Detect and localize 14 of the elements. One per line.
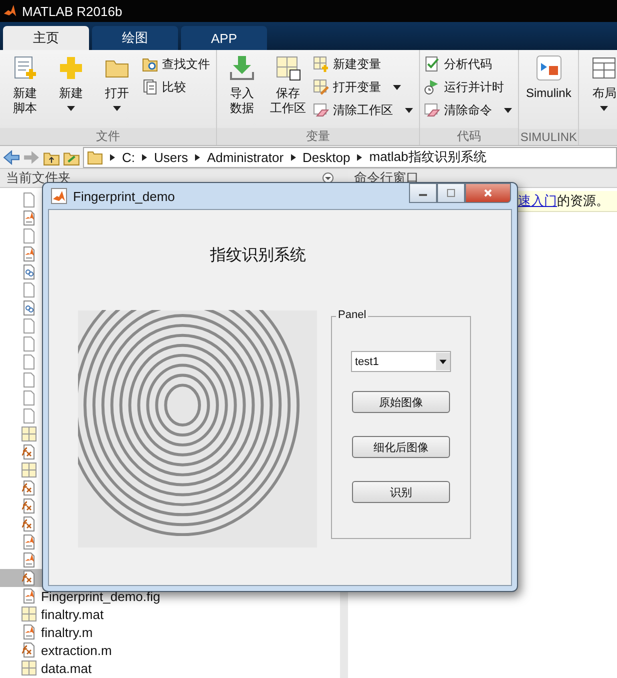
dialog-title: Fingerprint_demo (73, 188, 175, 204)
notice-text: 速入门的资源。 (518, 192, 609, 210)
panel-label: Panel (336, 309, 368, 321)
file-name: extraction.m (41, 642, 112, 658)
app-heading: 指纹识别系统 (210, 246, 306, 266)
file-name: finaltry.m (41, 624, 93, 640)
window-title: MATLAB R2016b (22, 4, 122, 18)
section-label: 文件 (96, 128, 120, 145)
section-label: 代码 (457, 128, 481, 145)
section-label: 变量 (306, 128, 330, 145)
section-label: SIMULINK (520, 130, 578, 144)
file-name: finaltry.mat (41, 606, 104, 622)
file-name: Fingerprint_demo.fig (41, 588, 160, 604)
file-name: data.mat (41, 660, 92, 676)
